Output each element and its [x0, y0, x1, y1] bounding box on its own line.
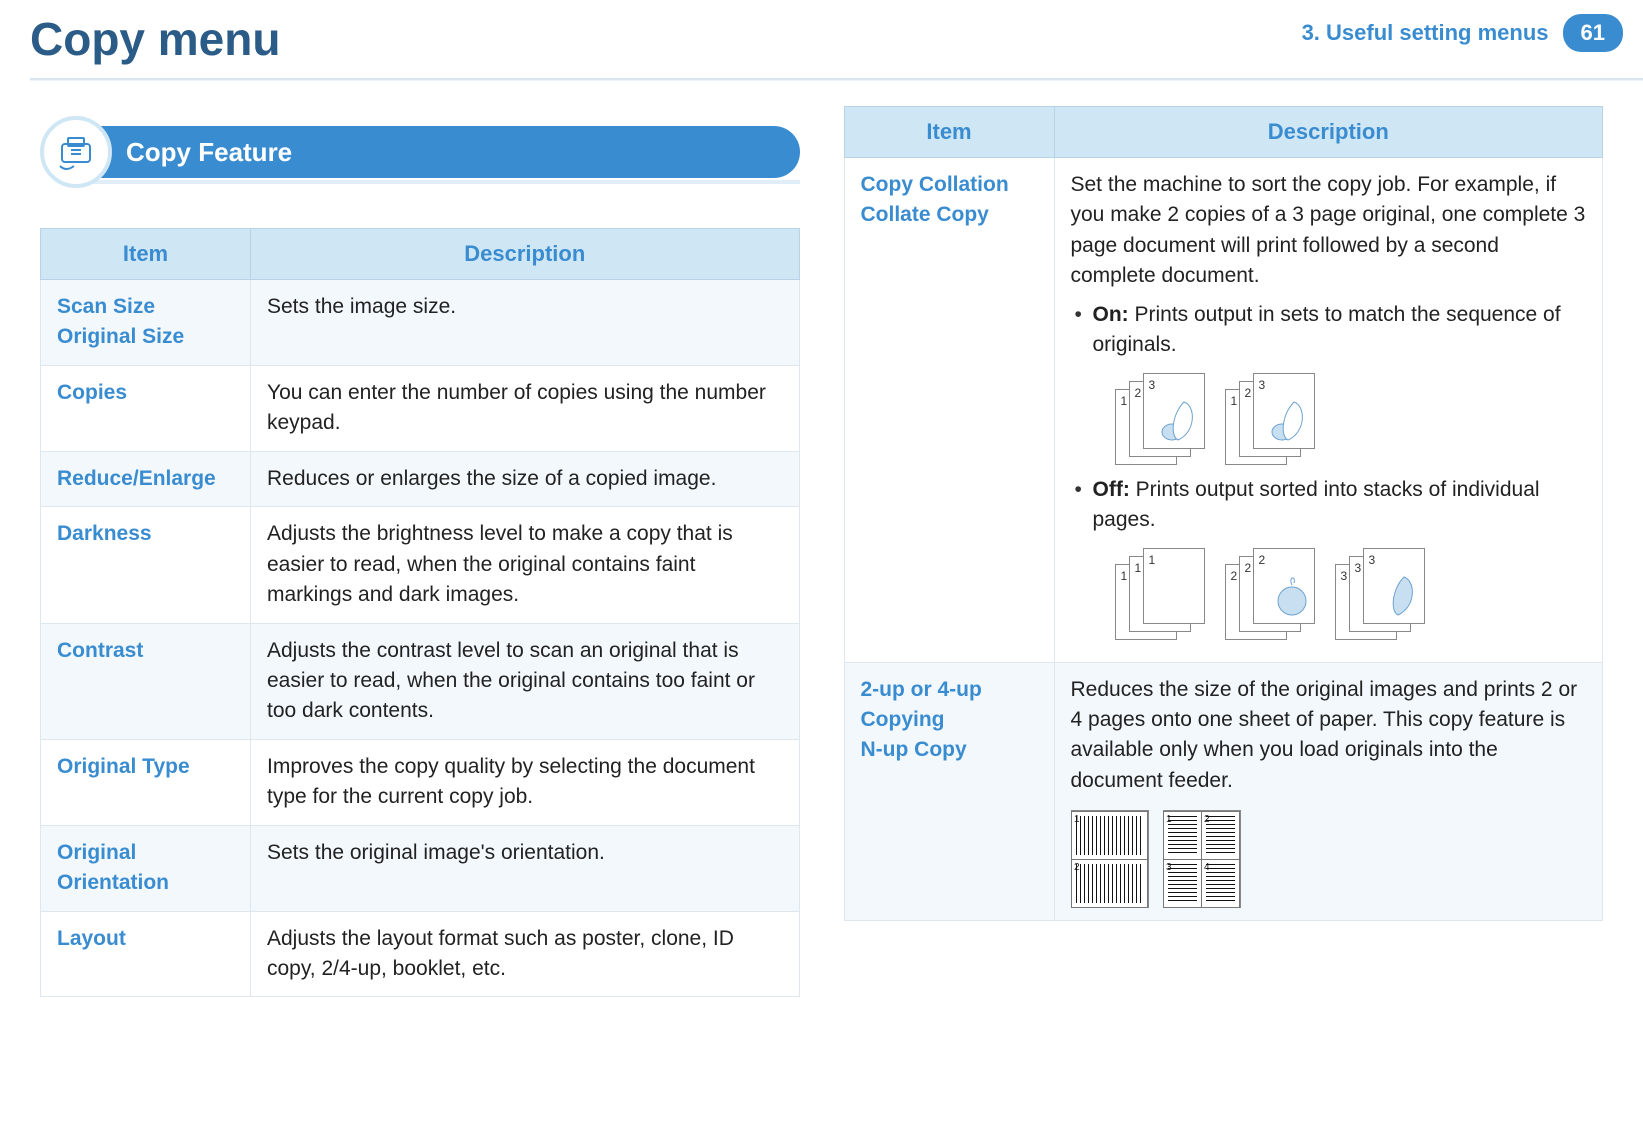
item-label: N-up Copy — [861, 735, 1038, 765]
item-desc: Adjusts the brightness level to make a c… — [251, 507, 800, 623]
right-column: Item Description Copy Collation Collate … — [844, 106, 1604, 997]
page-header: Copy menu 3. Useful setting menus 61 — [0, 0, 1643, 78]
copy-feature-table-right: Item Description Copy Collation Collate … — [844, 106, 1604, 921]
page-stack-icon: 1 2 3 — [1115, 373, 1207, 465]
col-header-desc: Description — [1054, 107, 1603, 158]
table-row: Reduce/Enlarge Reduces or enlarges the s… — [41, 451, 800, 506]
header-right: 3. Useful setting menus 61 — [1302, 14, 1643, 52]
copy-feature-icon — [40, 116, 112, 188]
collation-on: On: Prints output in sets to match the s… — [1071, 300, 1587, 465]
table-row: Copies You can enter the number of copie… — [41, 365, 800, 451]
off-text: Prints output sorted into stacks of indi… — [1093, 478, 1540, 531]
page-stack-icon: 1 1 1 — [1115, 548, 1207, 640]
copy-feature-table-left: Item Description Scan Size Original Size… — [40, 228, 800, 997]
collation-off-illustration: 1 1 1 2 2 2 — [1115, 548, 1587, 640]
off-label: Off: — [1093, 478, 1130, 501]
page-stack-icon: 3 3 3 — [1335, 548, 1427, 640]
col-header-item: Item — [844, 107, 1054, 158]
item-desc: Improves the copy quality by selecting t… — [251, 739, 800, 825]
table-row: Darkness Adjusts the brightness level to… — [41, 507, 800, 623]
item-desc: Sets the image size. — [251, 280, 800, 366]
item-label: Copies — [57, 378, 234, 408]
col-header-desc: Description — [251, 229, 800, 280]
on-label: On: — [1093, 303, 1129, 326]
item-label: Original Size — [57, 322, 234, 352]
section-heading-label: Copy Feature — [76, 126, 800, 178]
item-label: Darkness — [57, 519, 234, 549]
item-label: Collate Copy — [861, 200, 1038, 230]
page-stack-icon: 1 2 3 — [1225, 373, 1317, 465]
item-label: Layout — [57, 924, 234, 954]
table-row: Contrast Adjusts the contrast level to s… — [41, 623, 800, 739]
item-desc: Adjusts the layout format such as poster… — [251, 911, 800, 997]
item-desc: Sets the original image's orientation. — [251, 825, 800, 911]
item-label: Contrast — [57, 636, 234, 666]
table-row: Scan Size Original Size Sets the image s… — [41, 280, 800, 366]
item-label: Original Type — [57, 752, 234, 782]
chapter-label: 3. Useful setting menus — [1302, 20, 1549, 46]
item-label: Copy Collation — [861, 170, 1038, 200]
left-column: Copy Feature Item Description Scan Size … — [40, 106, 800, 997]
item-label: 2-up or 4-up Copying — [861, 675, 1038, 736]
section-heading: Copy Feature — [40, 116, 800, 188]
item-label: Reduce/Enlarge — [57, 464, 234, 494]
item-desc: Reduces or enlarges the size of a copied… — [251, 451, 800, 506]
item-desc: You can enter the number of copies using… — [251, 365, 800, 451]
table-row: Copy Collation Collate Copy Set the mach… — [844, 158, 1603, 663]
content-area: Copy Feature Item Description Scan Size … — [0, 78, 1643, 997]
header-rule — [30, 78, 1643, 80]
nup-illustration: 1 2 1 2 3 4 — [1071, 810, 1587, 908]
nup-desc: Reduces the size of the original images … — [1071, 675, 1587, 797]
item-label: Original Orientation — [57, 838, 234, 899]
col-header-item: Item — [41, 229, 251, 280]
table-row: Layout Adjusts the layout format such as… — [41, 911, 800, 997]
collation-off: Off: Prints output sorted into stacks of… — [1071, 475, 1587, 640]
page-title: Copy menu — [30, 12, 280, 66]
page-stack-icon: 2 2 2 — [1225, 548, 1317, 640]
table-row: 2-up or 4-up Copying N-up Copy Reduces t… — [844, 662, 1603, 921]
item-label: Scan Size — [57, 292, 234, 322]
two-up-icon: 1 2 — [1071, 810, 1149, 908]
on-text: Prints output in sets to match the seque… — [1093, 303, 1561, 356]
collation-intro: Set the machine to sort the copy job. Fo… — [1071, 170, 1587, 292]
table-row: Original Orientation Sets the original i… — [41, 825, 800, 911]
collation-on-illustration: 1 2 3 1 2 3 — [1115, 373, 1587, 465]
page-number-badge: 61 — [1563, 14, 1623, 52]
table-row: Original Type Improves the copy quality … — [41, 739, 800, 825]
four-up-icon: 1 2 3 4 — [1163, 810, 1241, 908]
item-desc: Adjusts the contrast level to scan an or… — [251, 623, 800, 739]
